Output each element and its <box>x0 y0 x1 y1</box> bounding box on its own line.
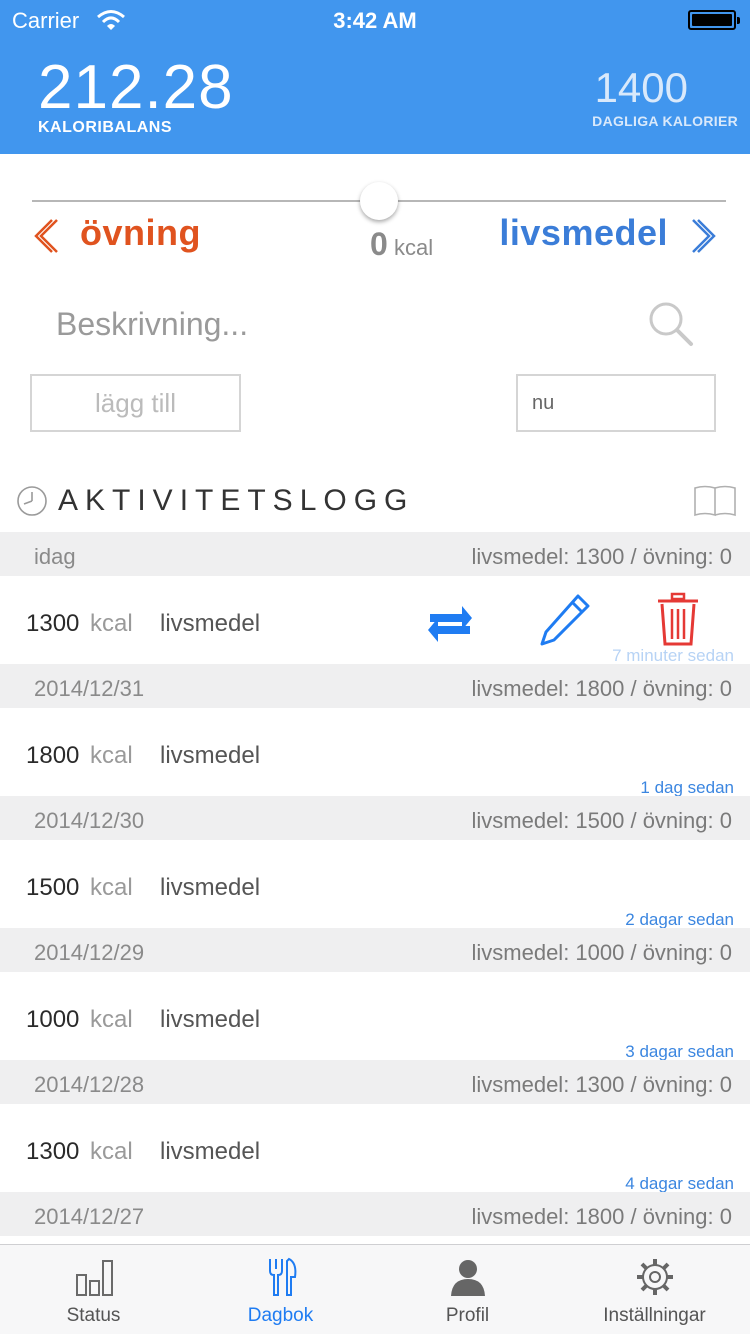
entry-amount: 1800 <box>26 742 80 769</box>
section-date: 2014/12/27 <box>34 1204 145 1229</box>
add-entry-button[interactable]: lägg till <box>30 374 241 432</box>
book-icon[interactable] <box>692 484 738 518</box>
kcal-unit: kcal <box>394 235 434 260</box>
section-totals: livsmedel: 1000 / övning: 0 <box>471 940 733 965</box>
section-header: idag livsmedel: 1300 / övning: 0 <box>0 532 750 576</box>
entry-amount: 1500 <box>26 874 80 901</box>
log-entry-row[interactable]: 1500 kcal livsmedel 2 dagar sedan <box>0 840 750 929</box>
clock-icon <box>17 486 47 516</box>
section-date: 2014/12/30 <box>34 808 145 833</box>
section-date: 2014/12/31 <box>34 676 145 701</box>
entry-unit: kcal <box>90 874 133 901</box>
calorie-balance-label: KALORIBALANS <box>38 119 172 136</box>
section-header: 2014/12/30 livsmedel: 1500 / övning: 0 <box>0 796 750 840</box>
activity-log-title: AKTIVITETSLOGG <box>58 484 415 517</box>
entry-amount: 1000 <box>26 1006 80 1033</box>
log-entry-row[interactable]: 1300 kcal livsmedel 4 dagar sedan <box>0 1104 750 1193</box>
food-toggle[interactable]: livsmedel <box>499 212 668 254</box>
entry-amount: 1300 <box>26 1138 80 1165</box>
tab-label: Dagbok <box>247 1305 314 1326</box>
entry-time-ago: 1 dag sedan <box>640 778 734 797</box>
exercise-toggle[interactable]: övning <box>80 212 201 254</box>
activity-log-list: idag livsmedel: 1300 / övning: 0 1300 kc… <box>0 532 750 1236</box>
section-header: 2014/12/27 livsmedel: 1800 / övning: 0 <box>0 1192 750 1236</box>
entry-unit: kcal <box>90 1006 133 1033</box>
entry-kind: livsmedel <box>160 610 261 637</box>
section-header: 2014/12/31 livsmedel: 1800 / övning: 0 <box>0 664 750 708</box>
time-input[interactable] <box>516 374 716 432</box>
section-totals: livsmedel: 1300 / övning: 0 <box>471 544 733 569</box>
section-date: 2014/12/28 <box>34 1072 145 1097</box>
battery-icon <box>688 10 740 30</box>
tab-installningar[interactable]: Inställningar <box>561 1245 748 1334</box>
entry-amount: 1300 <box>26 610 80 637</box>
entry-unit: kcal <box>90 1138 133 1165</box>
section-header: 2014/12/29 livsmedel: 1000 / övning: 0 <box>0 928 750 972</box>
entry-time-ago: 2 dagar sedan <box>625 910 734 929</box>
section-totals: livsmedel: 1800 / övning: 0 <box>471 676 733 701</box>
pencil-icon[interactable] <box>536 592 592 648</box>
entry-unit: kcal <box>90 610 133 637</box>
kcal-value: 0 <box>370 226 388 262</box>
entry-unit: kcal <box>90 742 133 769</box>
gear-icon <box>637 1259 673 1295</box>
section-totals: livsmedel: 1500 / övning: 0 <box>471 808 733 833</box>
header: Carrier 3:42 AM 212.28 KALORIBALANS 1400… <box>0 0 750 154</box>
calorie-slider-thumb[interactable] <box>360 182 398 220</box>
repeat-icon[interactable] <box>422 596 478 652</box>
entry-time-ago: 4 dagar sedan <box>625 1174 734 1193</box>
entry-time-ago: 7 minuter sedan <box>612 646 734 665</box>
calorie-balance-value: 212.28 <box>38 53 234 122</box>
section-header: 2014/12/28 livsmedel: 1300 / övning: 0 <box>0 1060 750 1104</box>
chevron-left-icon[interactable] <box>30 216 60 256</box>
log-entry-row[interactable]: 1800 kcal livsmedel 1 dag sedan <box>0 708 750 797</box>
section-date: 2014/12/29 <box>34 940 145 965</box>
description-input[interactable] <box>56 300 616 348</box>
tab-status[interactable]: Status <box>0 1245 187 1334</box>
section-totals: livsmedel: 1300 / övning: 0 <box>471 1072 733 1097</box>
daily-calories-value: 1400 <box>594 64 688 111</box>
log-entry-row[interactable]: 1300 kcal livsmedel 7 minuter sedan <box>0 576 750 665</box>
status-bar: Carrier 3:42 AM <box>0 0 750 40</box>
tab-label: Inställningar <box>603 1305 706 1326</box>
daily-calories-label: DAGLIGA KALORIER <box>592 113 738 129</box>
tab-bar: Status Dagbok Profil Inställningar <box>0 1244 750 1334</box>
entry-kind: livsmedel <box>160 874 261 901</box>
bar-chart-icon <box>76 1260 113 1296</box>
entry-time-ago: 3 dagar sedan <box>625 1042 734 1061</box>
entry-kind: livsmedel <box>160 742 261 769</box>
tab-label: Status <box>66 1305 121 1326</box>
person-icon <box>451 1260 485 1296</box>
tab-label: Profil <box>445 1305 490 1326</box>
search-icon[interactable] <box>645 298 695 348</box>
entry-kind: livsmedel <box>160 1138 261 1165</box>
fork-knife-icon <box>269 1257 297 1296</box>
chevron-right-icon[interactable] <box>690 216 720 256</box>
entry-kind: livsmedel <box>160 1006 261 1033</box>
clock-label: 3:42 AM <box>333 8 417 33</box>
section-date: idag <box>34 544 76 569</box>
log-entry-row[interactable]: 1000 kcal livsmedel 3 dagar sedan <box>0 972 750 1061</box>
tab-profil[interactable]: Profil <box>374 1245 561 1334</box>
trash-icon[interactable] <box>650 592 706 648</box>
section-totals: livsmedel: 1800 / övning: 0 <box>471 1204 733 1229</box>
tab-dagbok[interactable]: Dagbok <box>187 1245 374 1334</box>
